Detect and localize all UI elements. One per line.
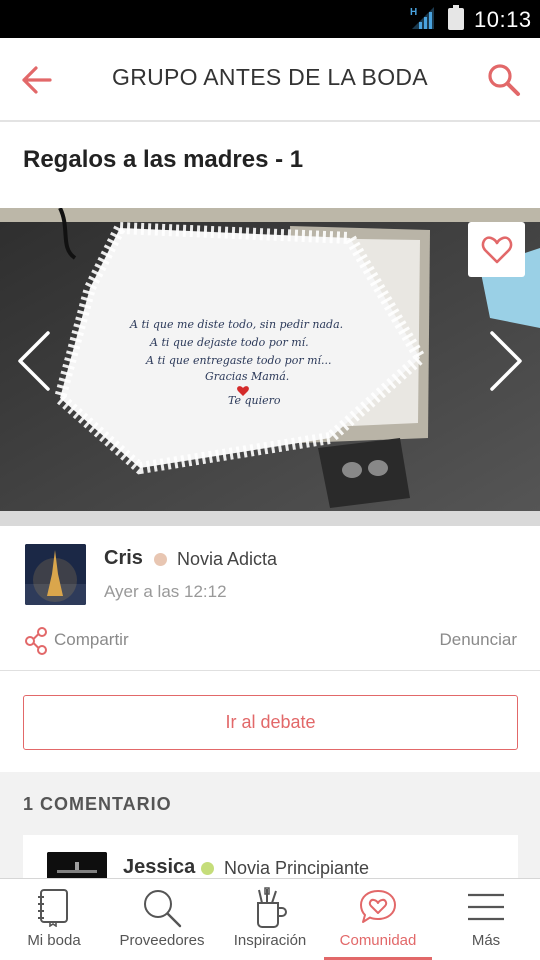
photo-pagination-strip [0, 511, 540, 526]
chevron-right-icon[interactable] [488, 330, 524, 392]
nav-label: Comunidad [339, 932, 417, 949]
photo-text-line: Te quiero [228, 394, 281, 407]
post-title: Regalos a las madres - 1 [23, 146, 304, 173]
bottom-nav: Mi boda Proveedores Inspiración Comunida… [0, 878, 540, 960]
rank-badge-icon [154, 553, 167, 566]
comments-heading: 1 COMENTARIO [23, 794, 172, 814]
author-rank: Novia Adicta [177, 549, 278, 569]
status-bar: H 10:13 [0, 0, 540, 38]
go-to-debate-button[interactable]: Ir al debate [23, 695, 518, 750]
nav-label: Mi boda [27, 932, 81, 949]
favorite-heart-icon[interactable] [468, 222, 525, 277]
divider [0, 670, 540, 671]
nav-item-proveedores[interactable]: Proveedores [108, 879, 216, 960]
comment-author[interactable]: Jessica [123, 856, 195, 879]
nav-item-mas[interactable]: Más [432, 879, 540, 960]
share-link[interactable]: Compartir [54, 630, 129, 650]
comment-author-rank: Novia Principiante [224, 858, 370, 878]
nav-item-mi-boda[interactable]: Mi boda [0, 879, 108, 960]
heart-chat-icon [358, 887, 398, 932]
rank-badge-icon [201, 862, 214, 875]
photo-text-line: A ti que me diste todo, sin pedir nada. [129, 318, 343, 331]
nav-item-inspiracion[interactable]: Inspiración [216, 879, 324, 960]
app-header: GRUPO ANTES DE LA BODA [0, 38, 540, 122]
page-header-title: GRUPO ANTES DE LA BODA [112, 64, 428, 90]
post-photo[interactable]: A ti que me diste todo, sin pedir nada. … [0, 208, 540, 511]
share-icon[interactable] [25, 627, 47, 655]
report-link[interactable]: Denunciar [440, 630, 518, 650]
nav-label: Inspiración [233, 932, 307, 949]
battery-icon [448, 5, 464, 30]
menu-icon [466, 887, 506, 932]
author-avatar[interactable] [25, 544, 86, 605]
nav-item-comunidad[interactable]: Comunidad [324, 879, 432, 960]
photo-text-line: A ti que entregaste todo por mí... [145, 354, 332, 367]
status-time: 10:13 [474, 7, 532, 32]
notebook-icon [36, 887, 72, 932]
search-icon[interactable] [486, 62, 522, 98]
signal-icon: H [410, 6, 436, 35]
chevron-left-icon[interactable] [16, 330, 52, 392]
author-name[interactable]: Cris [104, 547, 143, 570]
network-type-label: H [410, 7, 417, 18]
search-icon [141, 887, 183, 934]
photo-text-line: A ti que dejaste todo por mí. [149, 336, 309, 349]
photo-text-line: Gracias Mamá. [205, 370, 289, 383]
nav-label: Proveedores [119, 932, 205, 949]
post-date: Ayer a las 12:12 [104, 582, 227, 601]
tools-cup-icon [252, 887, 288, 934]
nav-label: Más [471, 932, 501, 949]
